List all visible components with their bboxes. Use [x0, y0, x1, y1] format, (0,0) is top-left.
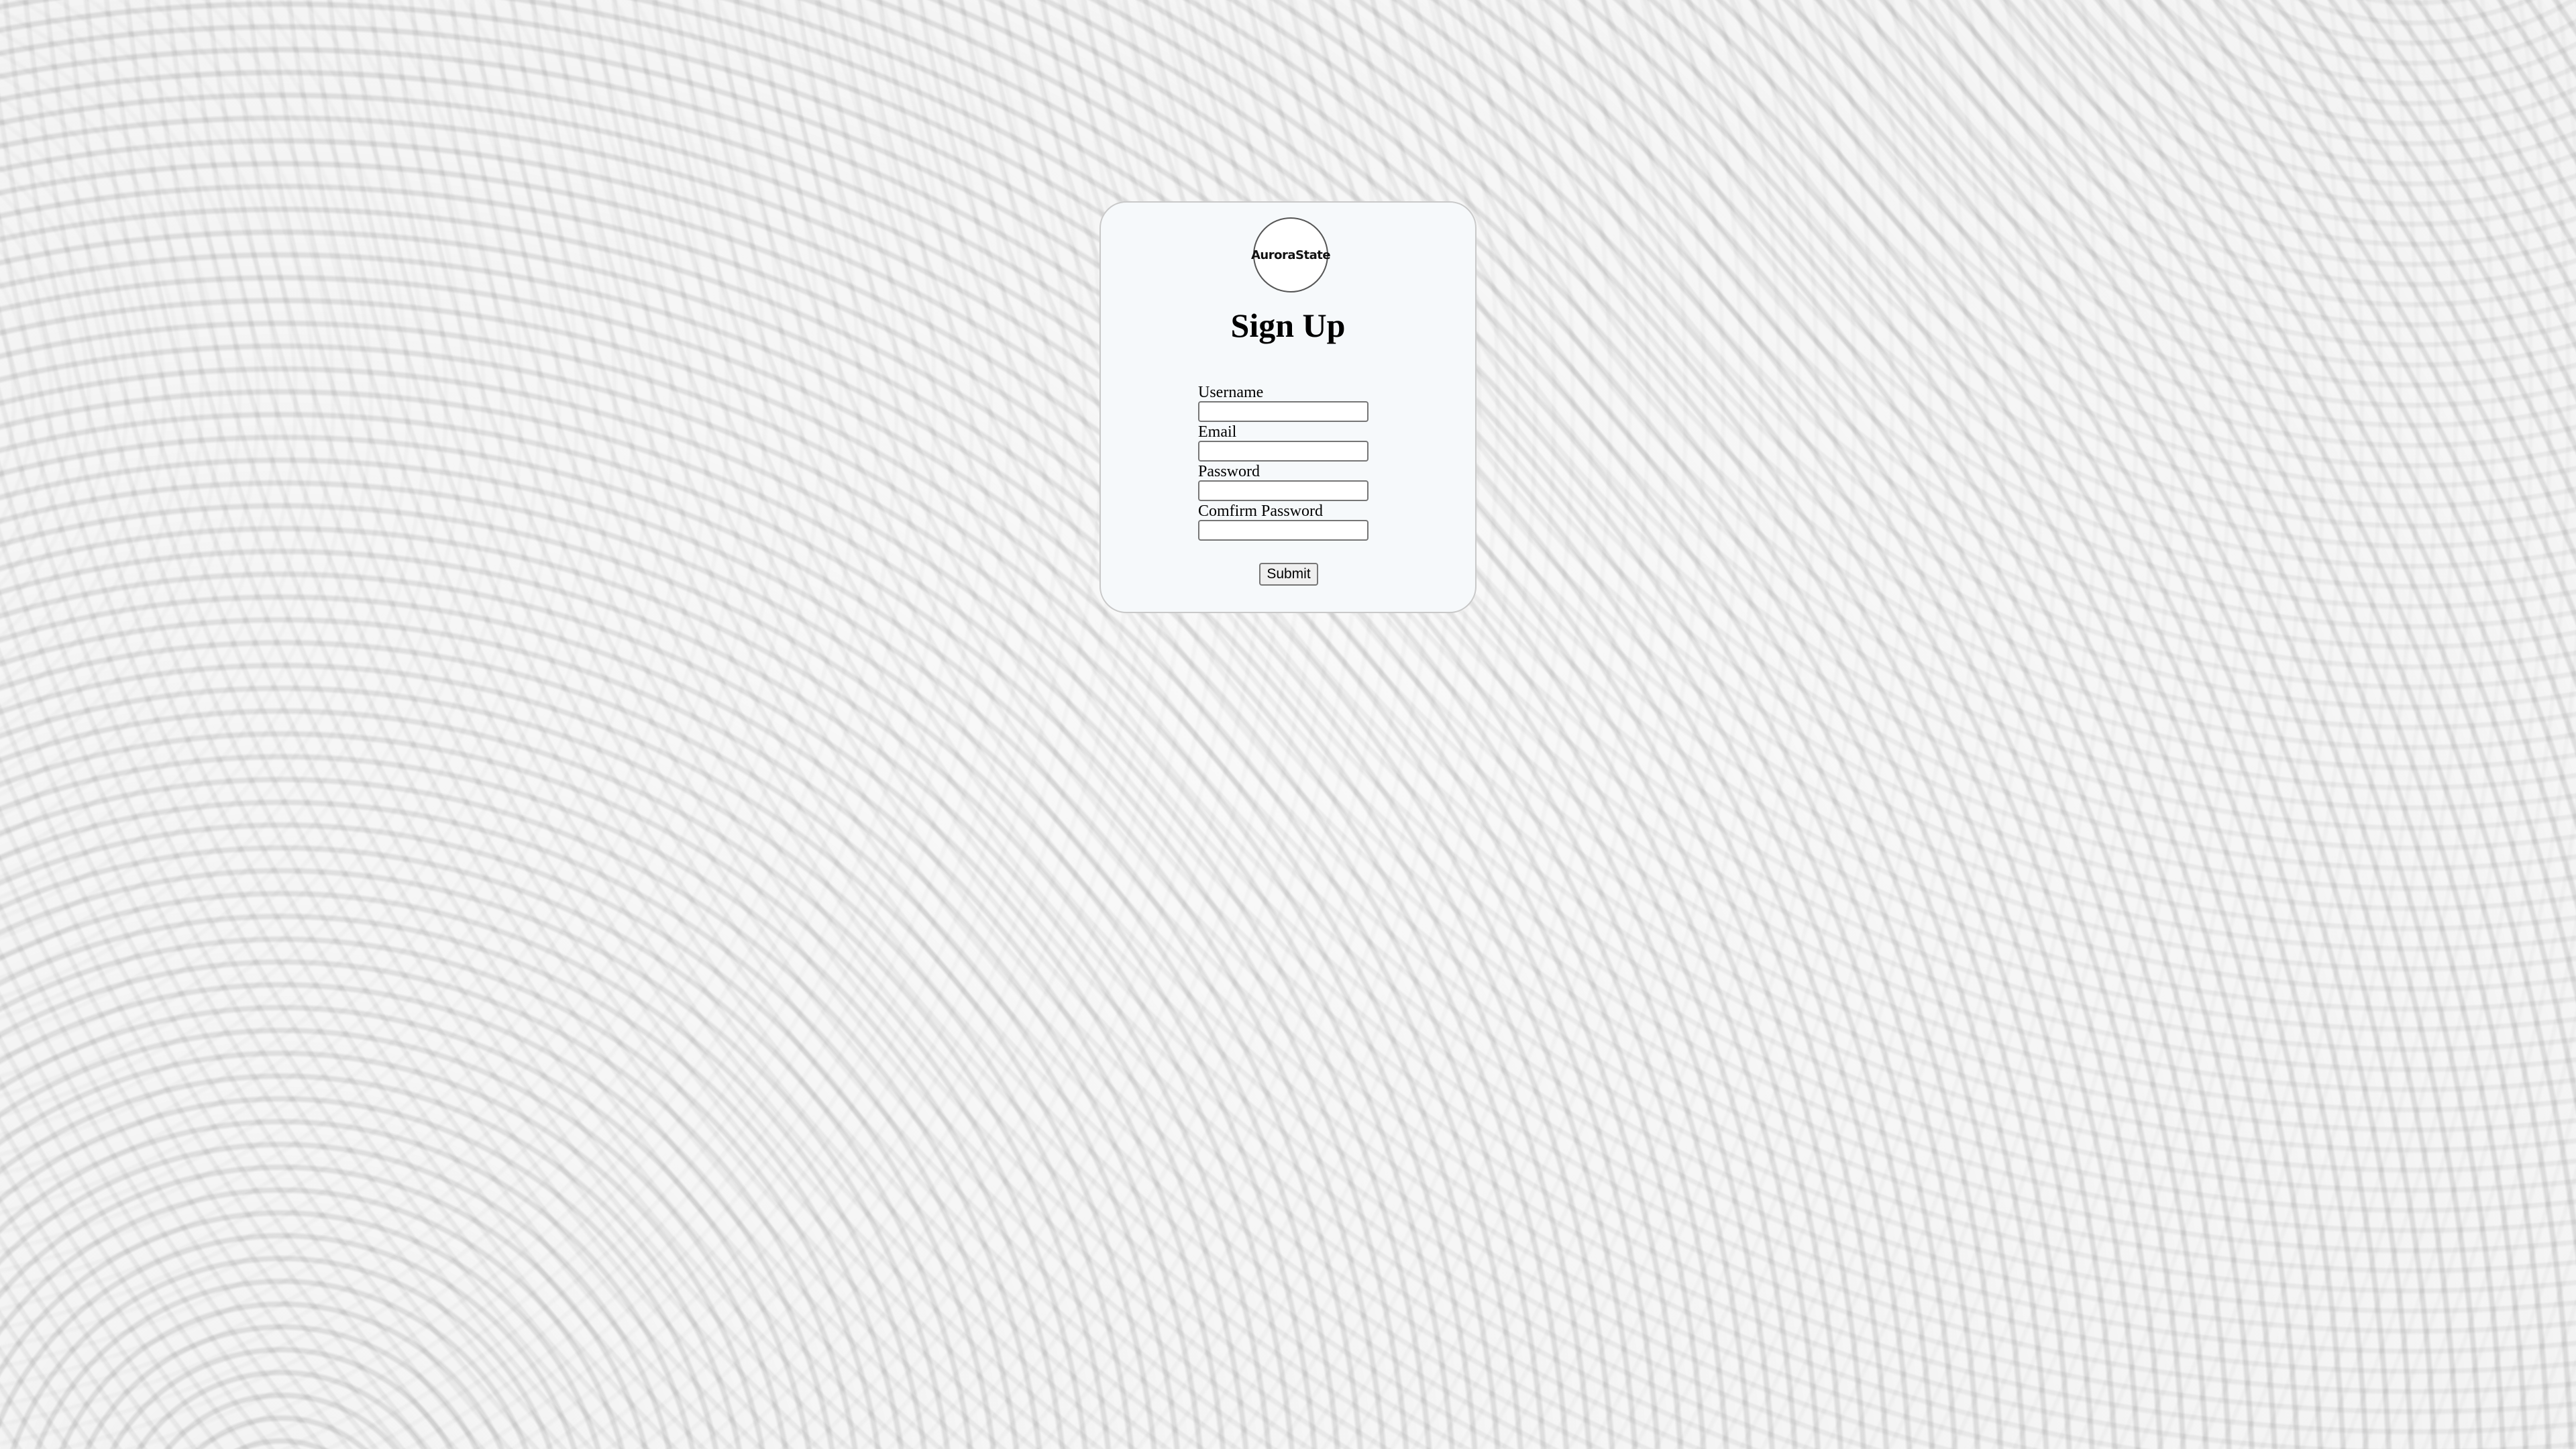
- email-input[interactable]: [1198, 441, 1368, 462]
- signup-form: Username Email Password Comfirm Password: [1198, 384, 1386, 542]
- confirm-password-input[interactable]: [1198, 520, 1368, 541]
- confirm-password-label: Comfirm Password: [1198, 502, 1323, 520]
- username-label: Username: [1198, 384, 1264, 401]
- email-label: Email: [1198, 423, 1237, 441]
- username-input[interactable]: [1198, 401, 1368, 422]
- aurorastate-logo: AuroraState: [1250, 217, 1331, 292]
- password-label: Password: [1198, 463, 1260, 480]
- submit-button[interactable]: Submit: [1259, 563, 1318, 586]
- signup-card: AuroraState Sign Up Username Email Passw…: [1099, 201, 1477, 613]
- password-input[interactable]: [1198, 480, 1368, 501]
- page-title: Sign Up: [1230, 307, 1346, 344]
- logo-text: AuroraState: [1250, 248, 1331, 262]
